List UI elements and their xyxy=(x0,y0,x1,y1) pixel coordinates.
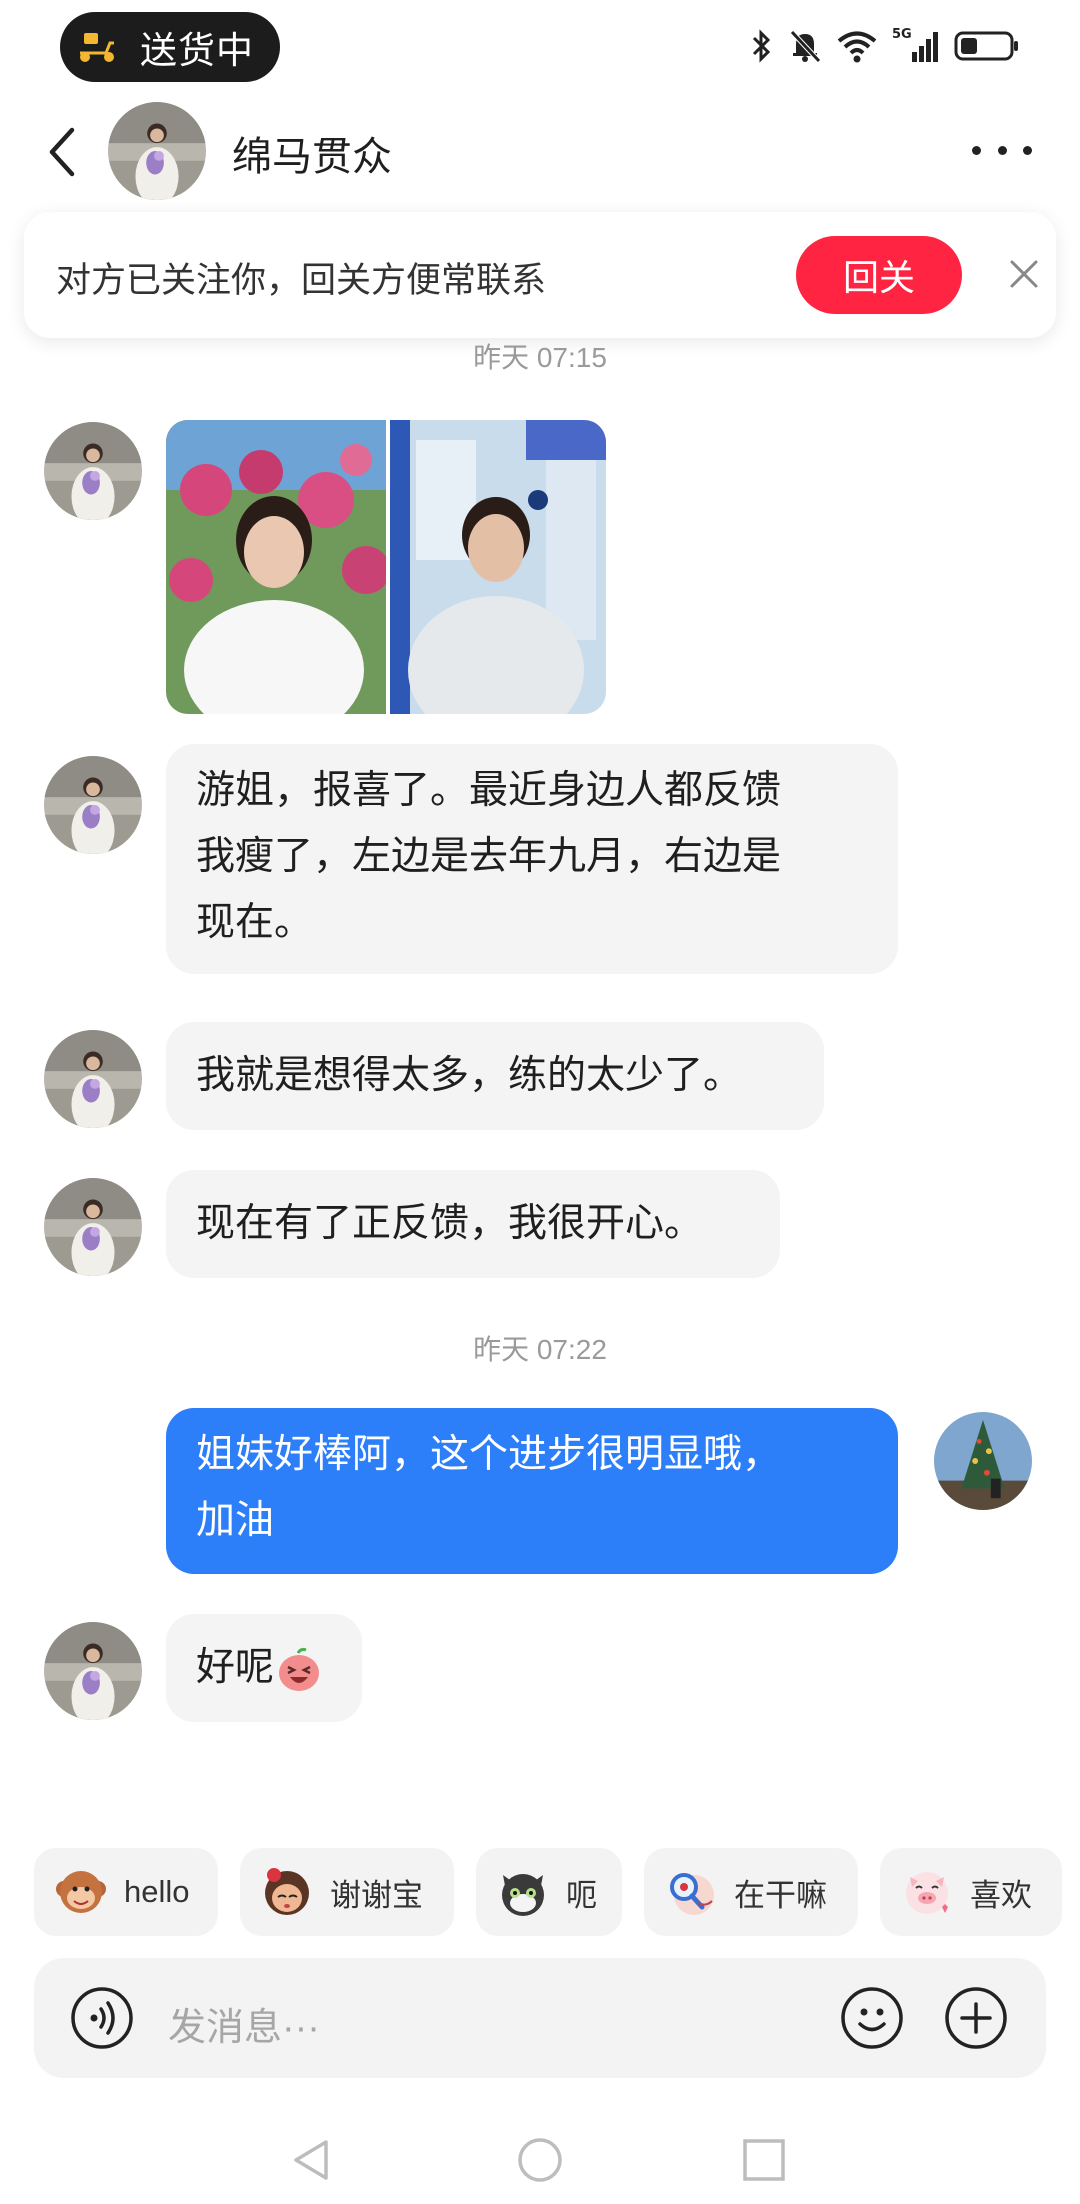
close-icon[interactable] xyxy=(1004,254,1044,294)
cellular-signal-icon: 5G xyxy=(892,27,938,62)
chat-header: 绵马贯众 xyxy=(0,92,1080,212)
outgoing-message-bubble[interactable]: 姐妹好棒阿，这个进步很明显哦， 加油 xyxy=(166,1408,898,1574)
quick-reply-label: 呃 xyxy=(566,1877,597,1913)
my-avatar[interactable] xyxy=(934,1412,1032,1510)
message-photo[interactable] xyxy=(166,420,606,714)
sender-avatar[interactable] xyxy=(44,1030,142,1128)
message-line: 现在有了正反馈，我很开心。 xyxy=(196,1202,704,1245)
follow-banner-message: 对方已关注你，回关方便常联系 xyxy=(56,261,547,300)
message-line: 姐妹好棒阿，这个进步很明显哦， xyxy=(196,1433,782,1476)
quick-reply-what-doing[interactable]: 在干嘛 xyxy=(644,1848,858,1936)
quick-reply-thanks[interactable]: 谢谢宝 xyxy=(240,1848,454,1936)
more-options-icon[interactable] xyxy=(972,130,1032,170)
girl-rose-sticker-icon xyxy=(265,1868,309,1915)
system-icons: 5G xyxy=(750,24,1020,68)
incoming-message-bubble[interactable]: 游姐，报喜了。最近身边人都反馈 我瘦了，左边是去年九月，右边是 现在。 xyxy=(166,744,898,974)
contact-name[interactable]: 绵马贯众 xyxy=(232,124,392,182)
message-input-bar: 发消息··· xyxy=(34,1958,1046,2078)
quick-reply-label: 在干嘛 xyxy=(734,1877,827,1913)
timestamp: 昨天 07:15 xyxy=(473,342,607,373)
follow-back-banner: 对方已关注你，回关方便常联系 回关 xyxy=(24,212,1056,338)
delivery-status-label: 送货中 xyxy=(140,30,254,71)
bluetooth-icon xyxy=(752,29,771,63)
nav-home-icon[interactable] xyxy=(510,2130,570,2190)
quick-reply-uh[interactable]: 呃 xyxy=(476,1848,622,1936)
wifi-icon xyxy=(837,31,877,63)
quick-reply-like[interactable]: 喜欢 xyxy=(880,1848,1062,1936)
quick-reply-label: 谢谢宝 xyxy=(330,1877,423,1913)
message-line: 好呢 xyxy=(196,1646,275,1689)
message-input[interactable]: 发消息··· xyxy=(168,1996,320,2051)
incoming-message-bubble[interactable]: 现在有了正反馈，我很开心。 xyxy=(166,1170,780,1278)
emoji-icon[interactable] xyxy=(840,1986,904,2050)
delivery-scooter-icon xyxy=(80,33,114,62)
svg-text:5G: 5G xyxy=(892,27,912,42)
incoming-message-bubble[interactable]: 我就是想得太多，练的太少了。 xyxy=(166,1022,824,1130)
cat-sticker-icon xyxy=(502,1874,544,1916)
sender-avatar[interactable] xyxy=(44,1622,142,1720)
sender-avatar[interactable] xyxy=(44,756,142,854)
message-line: 游姐，报喜了。最近身边人都反馈 xyxy=(196,769,782,812)
laughing-face-sticker-icon xyxy=(279,1647,320,1691)
quick-reply-bar: hello 谢谢宝 呃 在干嘛 喜欢 xyxy=(34,1848,1080,1936)
battery-icon xyxy=(954,31,1018,61)
sender-avatar[interactable] xyxy=(44,422,142,520)
timestamp: 昨天 07:22 xyxy=(473,1334,607,1365)
sender-avatar[interactable] xyxy=(44,1178,142,1276)
voice-input-icon[interactable] xyxy=(70,1986,134,2050)
delivery-status-pill[interactable]: 送货中 xyxy=(60,12,280,82)
message-line: 我就是想得太多，练的太少了。 xyxy=(196,1054,743,1097)
system-navigation-bar xyxy=(0,2120,1080,2204)
nav-recents-icon[interactable] xyxy=(734,2130,794,2190)
monkey-sticker-icon xyxy=(56,1871,106,1913)
message-line: 现在。 xyxy=(196,901,314,944)
message-line: 我瘦了，左边是去年九月，右边是 xyxy=(196,835,782,878)
plus-icon[interactable] xyxy=(944,1986,1008,2050)
incoming-message-bubble[interactable]: 好呢 xyxy=(166,1614,362,1722)
back-arrow-icon[interactable] xyxy=(40,120,88,184)
nav-back-icon[interactable] xyxy=(282,2130,342,2190)
quick-reply-label: 喜欢 xyxy=(970,1877,1032,1913)
magnifier-sticker-icon xyxy=(670,1873,714,1915)
quick-reply-hello[interactable]: hello xyxy=(34,1848,218,1936)
pig-sticker-icon xyxy=(906,1872,948,1914)
follow-back-button[interactable]: 回关 xyxy=(796,236,962,314)
silent-bell-icon xyxy=(790,30,821,63)
contact-avatar[interactable] xyxy=(108,102,206,200)
status-bar: 送货中 5G xyxy=(0,0,1080,92)
quick-reply-label: hello xyxy=(124,1874,190,1909)
message-line: 加油 xyxy=(196,1499,275,1542)
